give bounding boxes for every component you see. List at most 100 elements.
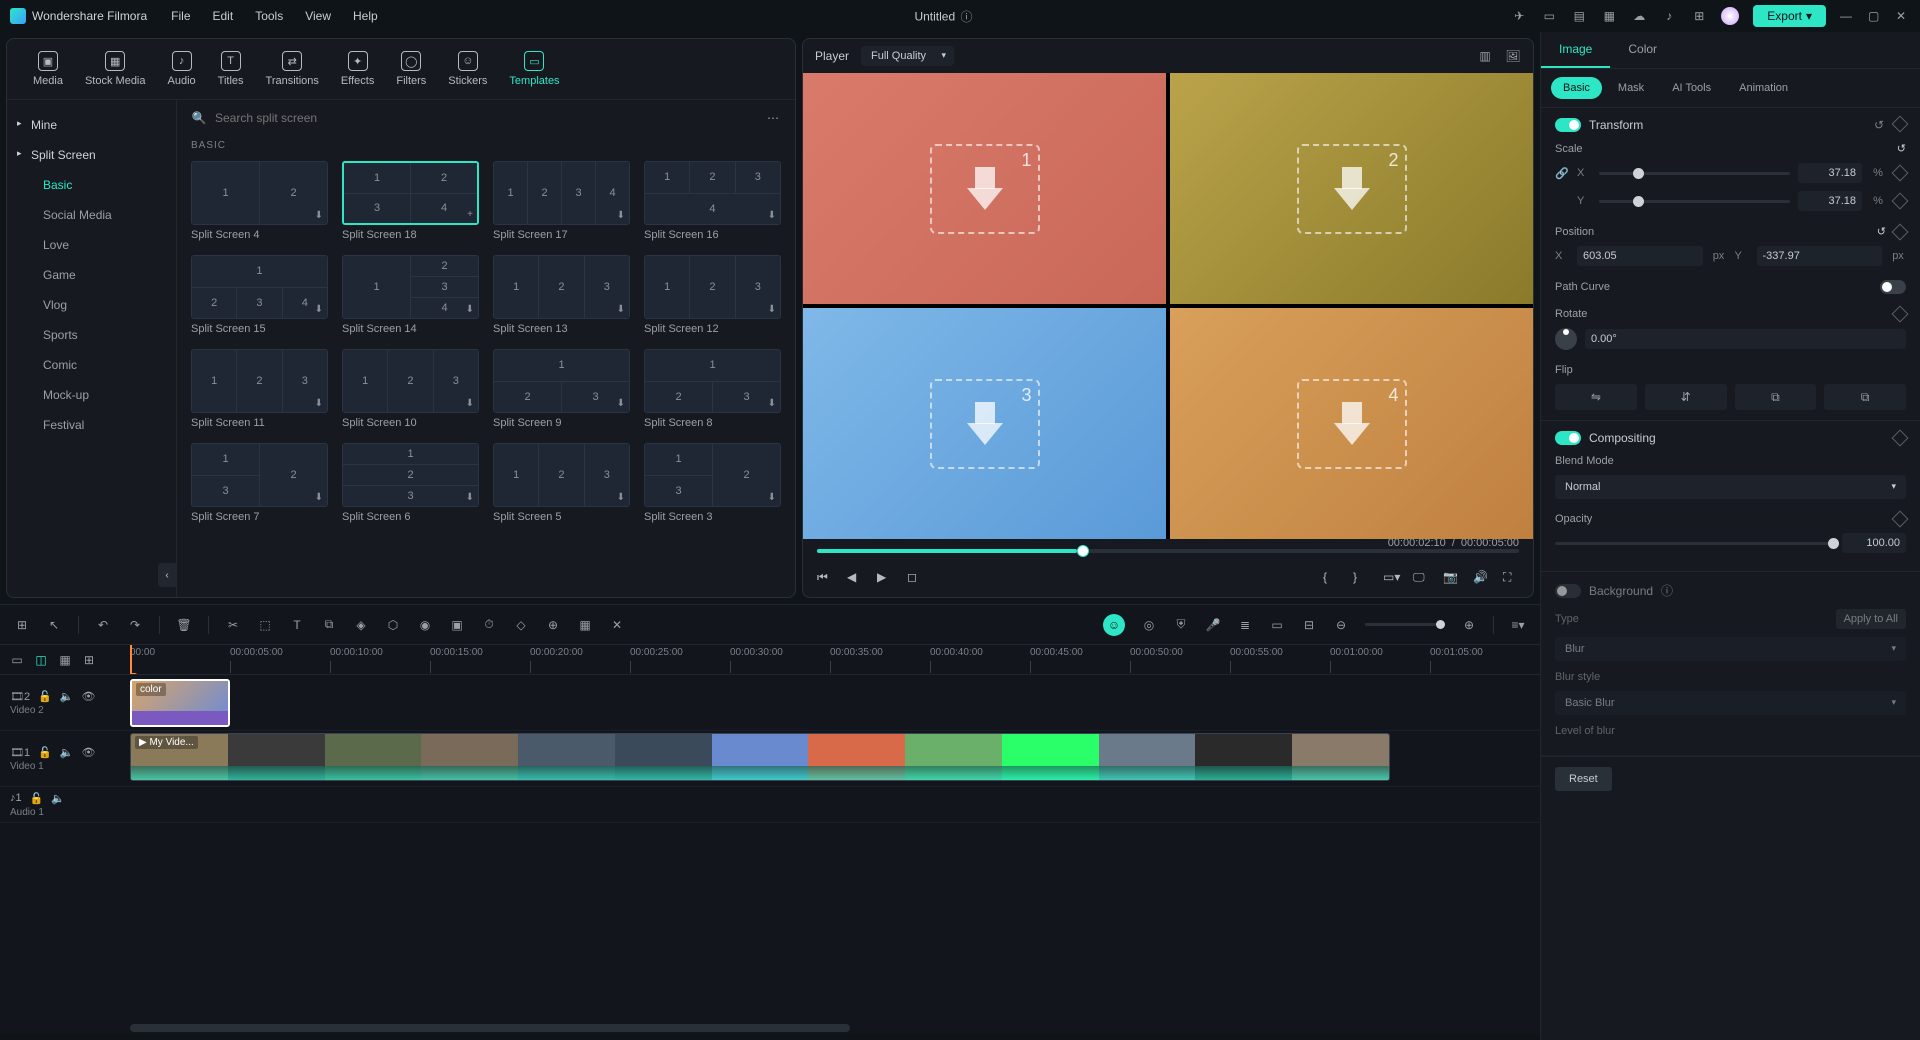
scale-y-value[interactable]: 37.18 [1798,191,1862,211]
tl-tool8-icon[interactable]: ▭ [1269,617,1285,633]
shield-icon[interactable]: ⛨ [1173,617,1189,633]
scale-x-kf[interactable] [1892,165,1909,182]
sidebar-item-sports[interactable]: Sports [7,320,176,350]
snapshot-icon[interactable]: 📷 [1443,570,1459,586]
track-layout3-icon[interactable]: ▦ [58,653,72,667]
copy-button[interactable]: ⧉ [321,617,337,633]
template-thumb[interactable]: 123⬇Split Screen 13 [493,255,630,335]
track-layout2-icon[interactable]: ◫ [34,653,48,667]
apply-all-button[interactable]: Apply to All [1836,609,1906,629]
text-button[interactable]: T [289,617,305,633]
sidebar-head-splitscreen[interactable]: Split Screen [7,140,176,170]
sidebar-item-social[interactable]: Social Media [7,200,176,230]
track-v1-mute-icon[interactable]: 🔈 [60,746,74,759]
flip-h-button[interactable]: ⇋ [1555,384,1637,410]
close-button[interactable]: ✕ [1896,9,1910,23]
template-thumb[interactable]: 123⬇Split Screen 5 [493,443,630,523]
player-viewport[interactable]: 1 2 3 4 [803,73,1533,539]
crop-button[interactable]: ⬚ [257,617,273,633]
track-v1-eye-icon[interactable]: 👁 [82,746,96,759]
headphones-icon[interactable]: ♪ [1661,8,1677,24]
aspect-icon[interactable]: ▭▾ [1383,570,1399,586]
template-thumb[interactable]: 1234⬇Split Screen 14 [342,255,479,335]
track-v2-lock-icon[interactable]: 🔓 [38,690,52,703]
zoom-out-button[interactable]: ⊖ [1333,617,1349,633]
pos-x-value[interactable]: 603.05 [1577,246,1703,266]
scrubber[interactable] [817,549,1519,553]
bg-type-dropdown[interactable]: Blur [1555,637,1906,661]
sidebar-item-basic[interactable]: Basic [7,170,176,200]
tl-tool7-icon[interactable]: ✕ [609,617,625,633]
transform-toggle[interactable] [1555,118,1581,132]
search-input[interactable] [215,111,757,125]
tab-audio[interactable]: ♪Audio [158,47,206,91]
track-a1-lock-icon[interactable]: 🔓 [30,792,44,805]
flip-copy1-button[interactable]: ⧉ [1735,384,1817,410]
track-a1-audio-icon[interactable]: ♪1 [10,792,22,804]
zoom-slider[interactable] [1365,623,1445,626]
render-button[interactable]: ☺ [1103,614,1125,636]
tab-stickers[interactable]: ☺Stickers [438,47,497,91]
subtab-aitools[interactable]: AI Tools [1660,77,1723,99]
track-v2-video-icon[interactable]: 🎞2 [10,690,30,703]
track-v2-eye-icon[interactable]: 👁 [82,690,96,703]
sidebar-item-mockup[interactable]: Mock-up [7,380,176,410]
playhead[interactable] [130,645,132,674]
reset-pos-icon[interactable]: ↺ [1877,225,1886,238]
apps-icon[interactable]: ⊞ [1691,8,1707,24]
template-thumb[interactable]: 123⬇Split Screen 9 [493,349,630,429]
more-icon[interactable]: ⋯ [765,110,781,126]
info-bg-icon[interactable]: ⓘ [1661,582,1673,599]
cut-button[interactable]: ✂ [225,617,241,633]
tl-tool6-icon[interactable]: ▦ [577,617,593,633]
sidebar-item-love[interactable]: Love [7,230,176,260]
tag-button[interactable]: ◇ [513,617,529,633]
template-thumb[interactable]: 123⬇Split Screen 3 [644,443,781,523]
flip-v-button[interactable]: ⇵ [1645,384,1727,410]
cloud-icon[interactable]: ☁ [1631,8,1647,24]
export-button[interactable]: Export ▾ [1753,5,1826,27]
tl-tool1-icon[interactable]: ◈ [353,617,369,633]
tl-tool5-icon[interactable]: ⊕ [545,617,561,633]
clip-myvideo[interactable]: ▶ My Vide... [130,733,1390,781]
tab-filters[interactable]: ◯Filters [386,47,436,91]
menu-help[interactable]: Help [353,9,378,23]
scale-x-slider[interactable] [1599,172,1790,175]
tab-stock-media[interactable]: ▦Stock Media [75,47,156,91]
blur-style-dropdown[interactable]: Basic Blur [1555,691,1906,715]
scale-x-value[interactable]: 37.18 [1798,163,1862,183]
maximize-button[interactable]: ▢ [1868,9,1882,23]
blend-mode-dropdown[interactable]: Normal [1555,475,1906,499]
subtab-basic[interactable]: Basic [1551,77,1602,99]
template-thumb[interactable]: 1234⬇Split Screen 16 [644,161,781,241]
template-thumb[interactable]: 123⬇Split Screen 6 [342,443,479,523]
scale-y-slider[interactable] [1599,200,1790,203]
pos-y-value[interactable]: -337.97 [1757,246,1883,266]
track-layout1-icon[interactable]: ▭ [10,653,24,667]
send-icon[interactable]: ✈ [1511,8,1527,24]
track-a1-mute-icon[interactable]: 🔈 [51,792,65,805]
menu-edit[interactable]: Edit [213,9,234,23]
rotate-dial[interactable] [1555,328,1577,350]
user-avatar[interactable] [1721,7,1739,25]
mixer-icon[interactable]: ≣ [1237,617,1253,633]
list-view-icon[interactable]: ≡▾ [1510,617,1526,633]
zoom-in-button[interactable]: ⊕ [1461,617,1477,633]
track-v1-video-icon[interactable]: 🎞1 [10,746,30,759]
background-toggle[interactable] [1555,584,1581,598]
mic-icon[interactable]: 🎤 [1205,617,1221,633]
reset-icon[interactable]: ↺ [1874,118,1884,132]
rotate-kf[interactable] [1892,306,1909,323]
reset-scale-icon[interactable]: ↺ [1897,142,1906,155]
fullscreen-icon[interactable]: ⛶ [1503,570,1519,586]
tl-cursor-icon[interactable]: ↖ [46,617,62,633]
reset-button[interactable]: Reset [1555,767,1612,791]
sidebar-item-vlog[interactable]: Vlog [7,290,176,320]
play-backward-button[interactable]: ◀ [847,570,863,586]
template-thumb[interactable]: 123⬇Split Screen 12 [644,255,781,335]
track-v2-mute-icon[interactable]: 🔈 [60,690,74,703]
track-layout4-icon[interactable]: ⊞ [82,653,96,667]
tab-titles[interactable]: TTitles [208,47,254,91]
menu-tools[interactable]: Tools [255,9,283,23]
sidebar-collapse-button[interactable]: ‹ [158,563,176,587]
